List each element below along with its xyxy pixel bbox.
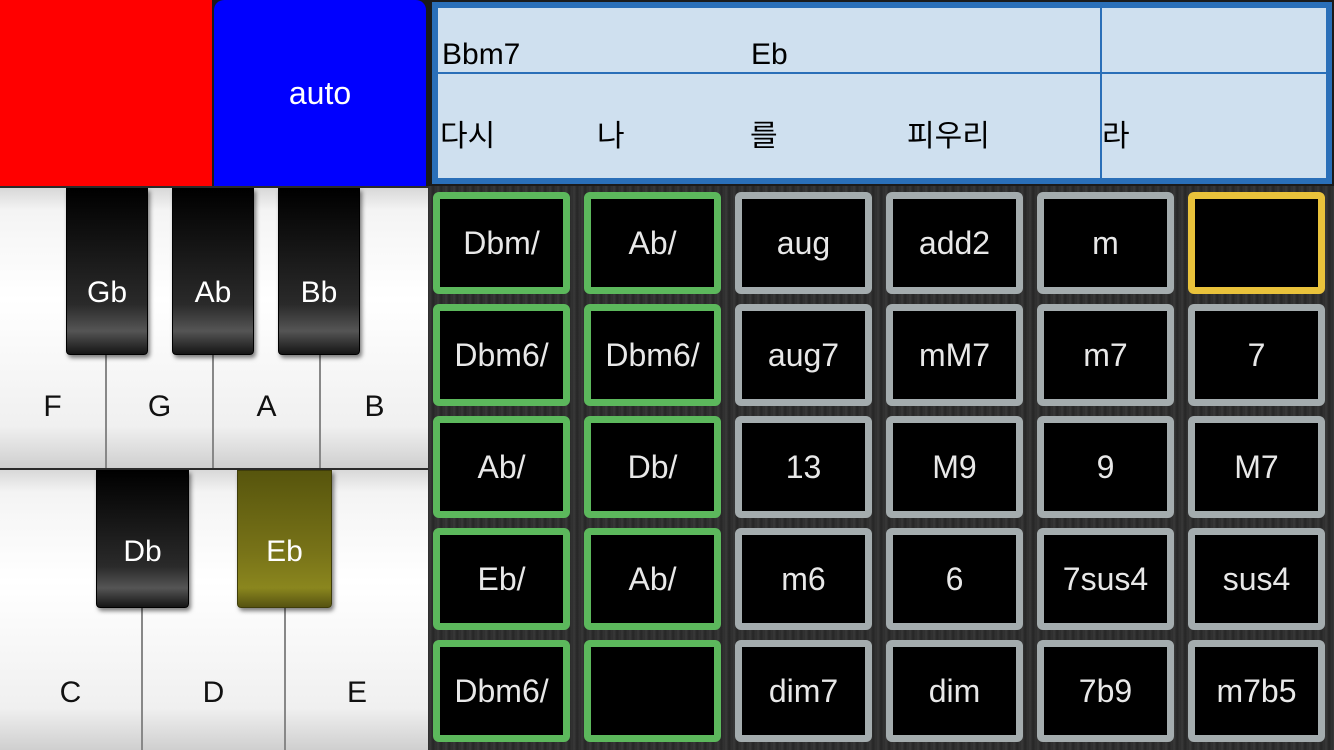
chord-button[interactable]: dim7 (735, 640, 872, 742)
lyric-word: 라 (1102, 120, 1130, 153)
upper-octave: F G A B Gb Ab Bb (0, 188, 428, 468)
chord-button[interactable]: mM7 (886, 304, 1023, 406)
lyrics-divider (438, 72, 1326, 74)
chord-button[interactable]: Db/ (584, 416, 721, 518)
chord-button[interactable]: 9 (1037, 416, 1174, 518)
chord-button[interactable]: Dbm6/ (433, 304, 570, 406)
chord-label: Eb (751, 38, 788, 71)
piano-key-eb-active[interactable]: Eb (237, 470, 332, 608)
chord-button[interactable]: 13 (735, 416, 872, 518)
chord-grid: Dbm/Ab/aug add2 m Dbm6/Dbm6/aug7 mM7 m7 7 Ab/Db… (428, 186, 1334, 750)
chord-label: Bbm7 (442, 38, 521, 71)
piano-key-gb[interactable]: Gb (66, 188, 148, 355)
chord-button[interactable]: add2 (886, 192, 1023, 294)
chord-button[interactable]: m7 (1037, 304, 1174, 406)
chord-button[interactable]: 7sus4 (1037, 528, 1174, 630)
piano-key-ab[interactable]: Ab (172, 188, 254, 355)
lyric-word: 다시 (440, 120, 496, 153)
chord-button[interactable]: aug7 (735, 304, 872, 406)
chord-button[interactable]: 6 (886, 528, 1023, 630)
chord-button[interactable]: Ab/ (584, 192, 721, 294)
record-pad[interactable] (0, 0, 212, 186)
chord-button[interactable]: 7 (1188, 304, 1325, 406)
chord-button[interactable]: Ab/ (433, 416, 570, 518)
lyric-word: 나 (597, 120, 625, 153)
chord-button[interactable]: sus4 (1188, 528, 1325, 630)
piano-key-db[interactable]: Db (96, 470, 189, 608)
chord-button[interactable]: dim (886, 640, 1023, 742)
lyric-word: 를 (750, 120, 778, 153)
chord-button[interactable]: M7 (1188, 416, 1325, 518)
lyric-word: 피우리 (907, 120, 990, 153)
piano-key-bb[interactable]: Bb (278, 188, 360, 355)
chord-button[interactable] (1188, 192, 1325, 294)
chord-button[interactable]: Dbm/ (433, 192, 570, 294)
chord-button[interactable]: Dbm6/ (433, 640, 570, 742)
chord-button[interactable]: aug (735, 192, 872, 294)
piano-keyboard: F G A B Gb Ab Bb C D E Db Eb (0, 186, 428, 750)
chord-button[interactable]: m (1037, 192, 1174, 294)
chord-button[interactable]: M9 (886, 416, 1023, 518)
lyrics-display: Bbm7 Eb 다시 나 를 피우리 라 (432, 2, 1332, 184)
chord-button[interactable]: m7b5 (1188, 640, 1325, 742)
chord-button[interactable]: Ab/ (584, 528, 721, 630)
chord-button[interactable]: Eb/ (433, 528, 570, 630)
chord-button[interactable]: Dbm6/ (584, 304, 721, 406)
auto-button[interactable]: auto (214, 0, 426, 186)
lower-octave: C D E Db Eb (0, 470, 428, 750)
chord-button[interactable]: 7b9 (1037, 640, 1174, 742)
chord-button[interactable] (584, 640, 721, 742)
chord-button[interactable]: m6 (735, 528, 872, 630)
